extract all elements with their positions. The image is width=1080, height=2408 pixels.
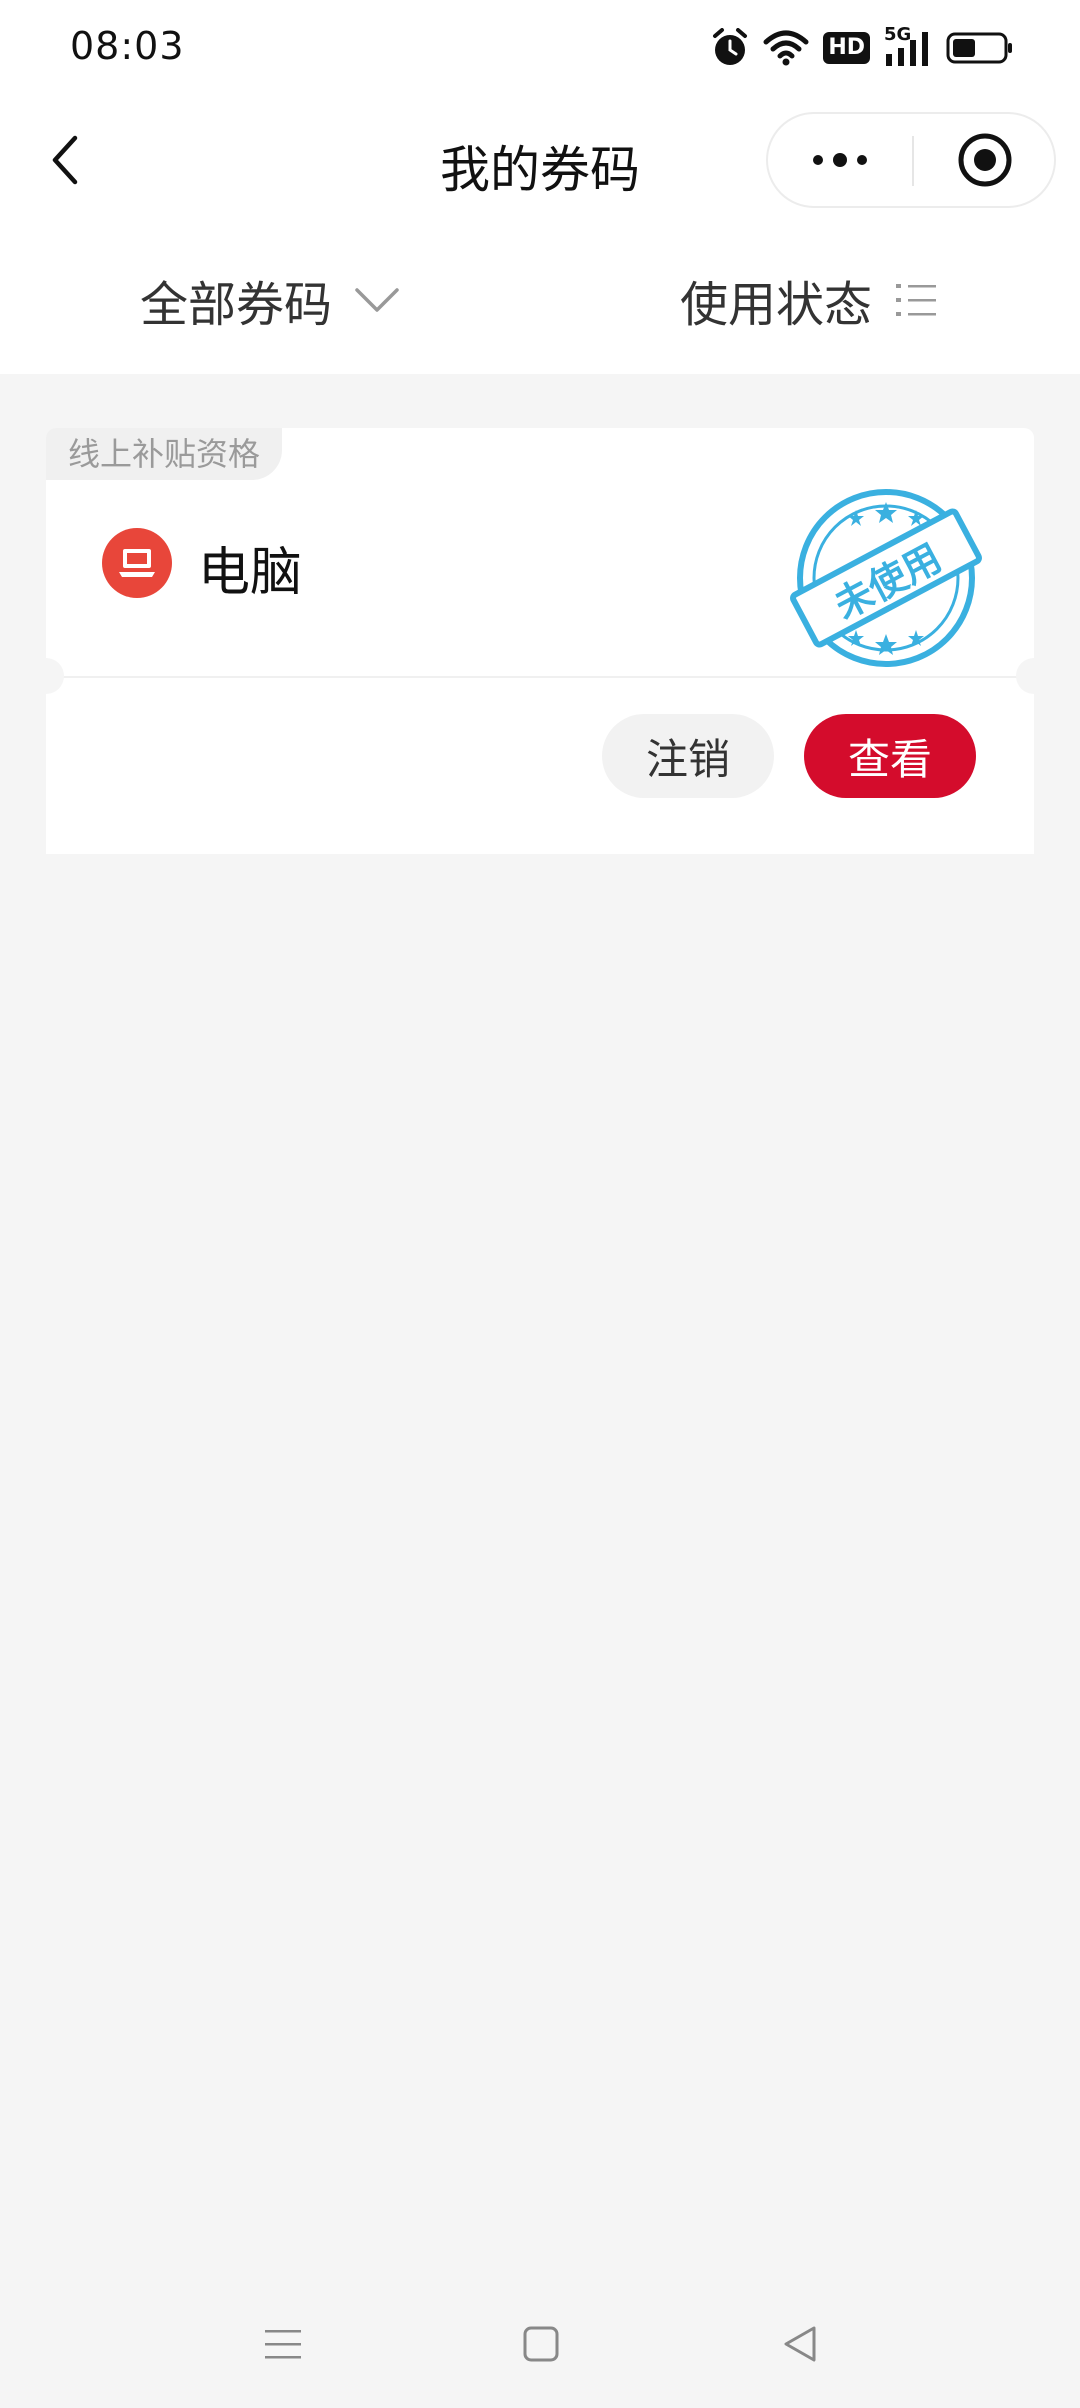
status-bar: 08:03 HD 5G: [0, 0, 1080, 96]
filter-all-coupons[interactable]: 全部券码: [140, 268, 400, 333]
filter-bar: 全部券码 使用状态: [0, 248, 1080, 352]
wifi-icon: [763, 30, 809, 66]
alarm-icon: [711, 28, 749, 68]
nav-bar: 我的券码: [0, 100, 1080, 220]
system-back-button[interactable]: [770, 2314, 830, 2374]
status-time: 08:03: [70, 24, 185, 68]
unused-stamp: 未使用: [786, 478, 986, 678]
hd-icon: HD: [823, 32, 870, 64]
laptop-icon: [102, 528, 172, 598]
view-coupon-button[interactable]: 查看: [804, 714, 976, 798]
coupon-card: 线上补贴资格 电脑 未使用 注销 查看: [28, 428, 1052, 854]
target-circle-icon: [958, 133, 1012, 187]
cancel-coupon-button[interactable]: 注销: [602, 714, 774, 798]
chevron-down-icon: [355, 288, 399, 312]
more-dots-icon: [813, 153, 867, 167]
more-button[interactable]: [768, 114, 912, 206]
battery-icon: [946, 31, 1014, 65]
filter-all-label: 全部券码: [140, 277, 333, 333]
filter-usage-status[interactable]: 使用状态: [680, 268, 938, 333]
filter-status-label: 使用状态: [680, 277, 873, 333]
coupon-name: 电脑: [198, 543, 303, 603]
menu-icon: [265, 2330, 301, 2359]
card-divider: [46, 676, 1034, 678]
list-icon: [896, 284, 937, 316]
status-icons: HD 5G: [711, 24, 1014, 70]
5g-signal-icon: 5G: [884, 24, 932, 68]
card-notch-right: [1016, 658, 1052, 694]
recent-apps-button[interactable]: [253, 2314, 313, 2374]
close-mini-program-button[interactable]: [914, 114, 1056, 206]
coupon-tag: 线上补贴资格: [46, 428, 283, 480]
system-nav-bar: [0, 2276, 1080, 2408]
home-square-icon: [523, 2326, 559, 2362]
home-button[interactable]: [511, 2314, 571, 2374]
card-notch-left: [28, 658, 64, 694]
mini-program-capsule: [766, 112, 1056, 208]
back-triangle-icon: [784, 2326, 816, 2362]
